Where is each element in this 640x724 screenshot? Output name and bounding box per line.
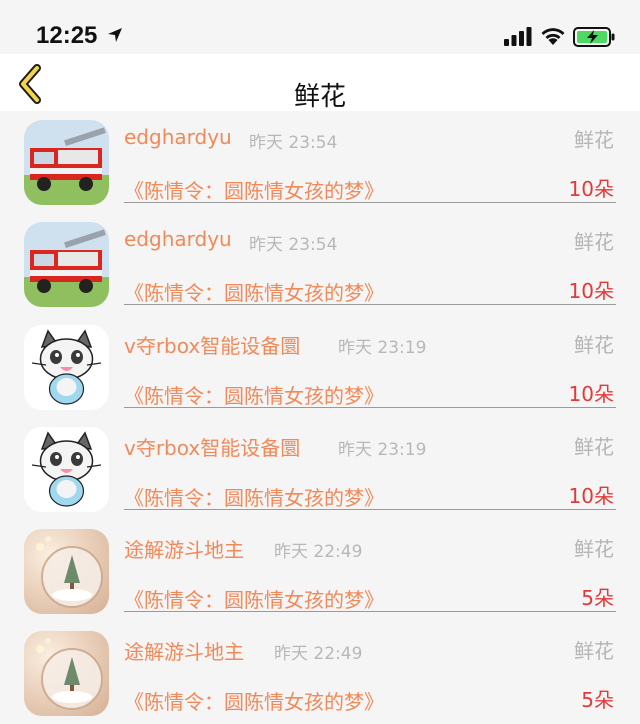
status-bar: 12:25	[0, 0, 640, 54]
user-avatar[interactable]	[24, 427, 109, 512]
location-arrow-icon	[108, 28, 122, 42]
row-divider	[124, 202, 616, 203]
row-divider	[124, 509, 616, 510]
fire-truck-avatar-icon	[24, 120, 109, 205]
book-title[interactable]: 《陈情令：圆陈情女孩的梦》	[124, 686, 384, 715]
gift-amount: 10朵	[568, 279, 614, 303]
send-time: 昨天 23:54	[249, 133, 338, 153]
gift-type: 鲜花	[574, 537, 614, 561]
send-time: 昨天 23:19	[338, 440, 427, 460]
battery-charging-icon	[573, 27, 615, 47]
username[interactable]: v夺rbox智能设备圜	[124, 330, 300, 359]
cellular-signal-icon	[504, 27, 532, 46]
list-item[interactable]: v夺rbox智能设备圜 昨天 23:19 鲜花 《陈情令：圆陈情女孩的梦》 10…	[0, 418, 640, 520]
gift-amount: 10朵	[568, 484, 614, 508]
book-title[interactable]: 《陈情令：圆陈情女孩的梦》	[124, 482, 384, 511]
list-item[interactable]: v夺rbox智能设备圜 昨天 23:19 鲜花 《陈情令：圆陈情女孩的梦》 10…	[0, 316, 640, 418]
gift-type: 鲜花	[574, 639, 614, 663]
username[interactable]: 途解游斗地主	[124, 534, 244, 563]
list-item[interactable]: edghardyu 昨天 23:54 鲜花 《陈情令：圆陈情女孩的梦》 10朵	[0, 111, 640, 213]
snow-globe-avatar-icon	[24, 529, 109, 614]
username[interactable]: 途解游斗地主	[124, 636, 244, 665]
user-avatar[interactable]	[24, 120, 109, 205]
navigation-bar: 鲜花	[0, 54, 640, 112]
book-title[interactable]: 《陈情令：圆陈情女孩的梦》	[124, 175, 384, 204]
user-avatar[interactable]	[24, 325, 109, 410]
book-title[interactable]: 《陈情令：圆陈情女孩的梦》	[124, 380, 384, 409]
send-time: 昨天 22:49	[274, 644, 363, 664]
cat-avatar-icon	[24, 325, 109, 410]
user-avatar[interactable]	[24, 222, 109, 307]
list-item[interactable]: 途解游斗地主 昨天 22:49 鲜花 《陈情令：圆陈情女孩的梦》 5朵	[0, 622, 640, 724]
gift-amount: 5朵	[581, 586, 614, 610]
send-time: 昨天 23:54	[249, 235, 338, 255]
gift-amount: 10朵	[568, 382, 614, 406]
page-title: 鲜花	[293, 82, 346, 112]
book-title[interactable]: 《陈情令：圆陈情女孩的梦》	[124, 584, 384, 613]
cat-avatar-icon	[24, 427, 109, 512]
gift-type: 鲜花	[574, 230, 614, 254]
row-divider	[124, 407, 616, 408]
wifi-icon	[541, 28, 565, 45]
list-item[interactable]: 途解游斗地主 昨天 22:49 鲜花 《陈情令：圆陈情女孩的梦》 5朵	[0, 520, 640, 622]
list-item[interactable]: edghardyu 昨天 23:54 鲜花 《陈情令：圆陈情女孩的梦》 10朵	[0, 213, 640, 315]
username[interactable]: v夺rbox智能设备圜	[124, 432, 300, 461]
gift-amount: 5朵	[581, 688, 614, 712]
gift-amount: 10朵	[568, 177, 614, 201]
fire-truck-avatar-icon	[24, 222, 109, 307]
gift-type: 鲜花	[574, 128, 614, 152]
gift-type: 鲜花	[574, 333, 614, 357]
row-divider	[124, 611, 616, 612]
gift-type: 鲜花	[574, 435, 614, 459]
book-title[interactable]: 《陈情令：圆陈情女孩的梦》	[124, 277, 384, 306]
status-time: 12:25	[36, 22, 98, 49]
user-avatar[interactable]	[24, 631, 109, 716]
username[interactable]: edghardyu	[124, 227, 232, 251]
row-divider	[124, 304, 616, 305]
user-avatar[interactable]	[24, 529, 109, 614]
snow-globe-avatar-icon	[24, 631, 109, 716]
username[interactable]: edghardyu	[124, 125, 232, 149]
send-time: 昨天 22:49	[274, 542, 363, 562]
send-time: 昨天 23:19	[338, 338, 427, 358]
